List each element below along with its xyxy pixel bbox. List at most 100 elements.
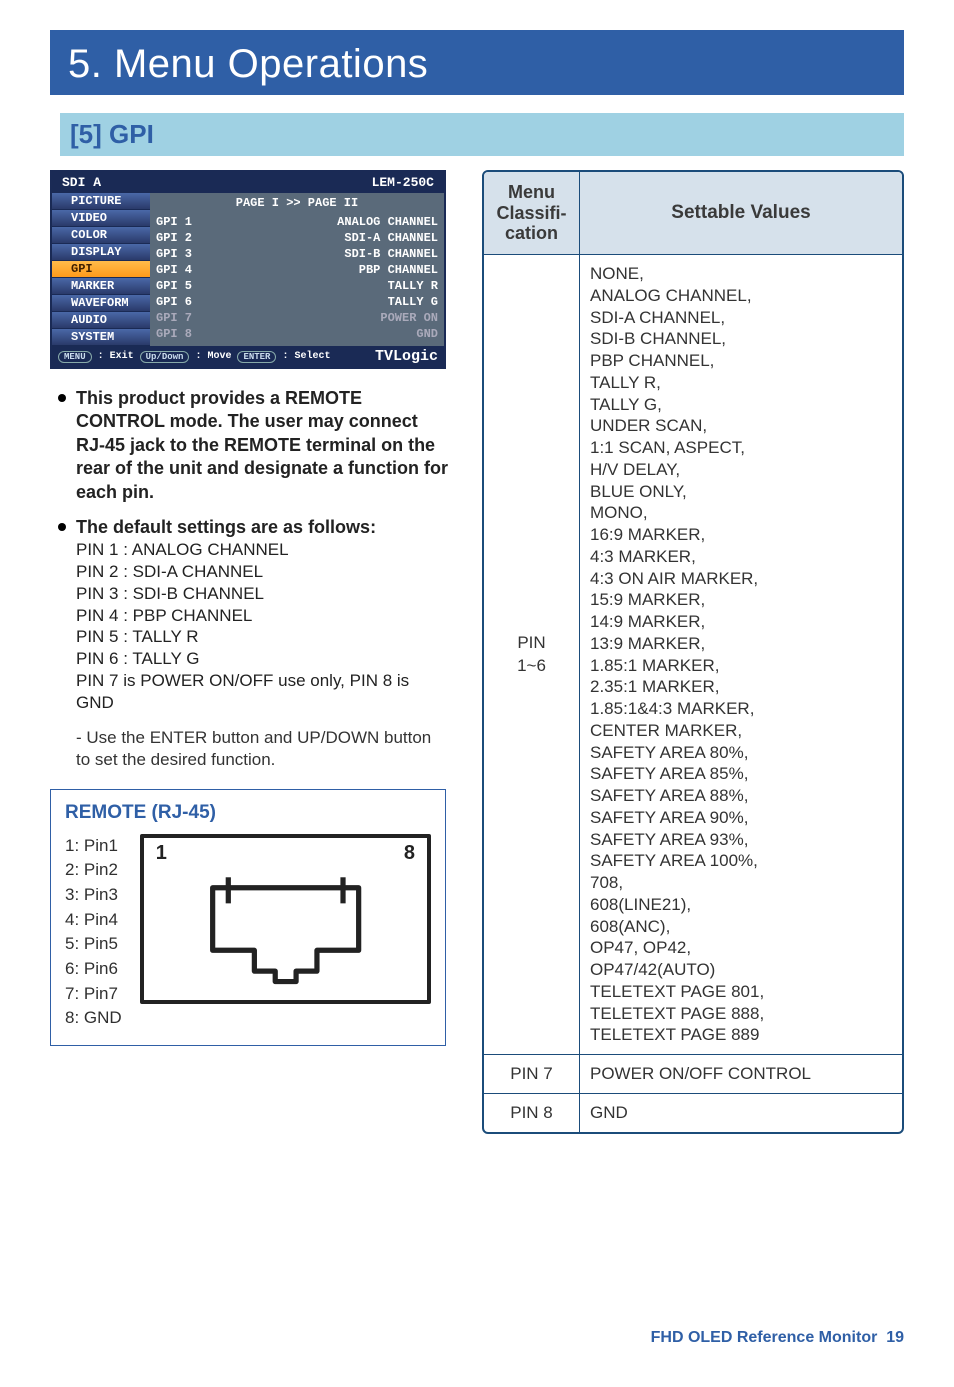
osd-menu-item: PICTURE <box>52 193 150 210</box>
rj45-pin-item: 1: Pin1 <box>65 834 122 859</box>
table-row: PIN 7POWER ON/OFF CONTROL <box>484 1055 902 1094</box>
rj45-pin-item: 5: Pin5 <box>65 932 122 957</box>
table-cell-values: GND <box>580 1094 902 1132</box>
table-cell-classification: PIN 1~6 <box>484 255 580 1054</box>
rj45-pin-item: 4: Pin4 <box>65 908 122 933</box>
osd-gpi-label: GPI 3 <box>156 247 192 261</box>
page-footer: FHD OLED Reference Monitor 19 <box>651 1329 904 1347</box>
osd-menu-item: GPI <box>52 261 150 278</box>
table-cell-values: POWER ON/OFF CONTROL <box>580 1055 902 1093</box>
osd-menu-item: DISPLAY <box>52 244 150 261</box>
osd-menu-label: SYSTEM <box>71 330 114 344</box>
osd-gpi-label: GPI 8 <box>156 327 192 341</box>
table-cell-classification: PIN 8 <box>484 1094 580 1132</box>
osd-gpi-value: POWER ON <box>380 311 438 325</box>
rj45-label-1: 1 <box>156 842 167 865</box>
osd-gpi-row: GPI 2 SDI-A CHANNEL <box>156 230 438 246</box>
osd-menu-label: AUDIO <box>71 313 107 327</box>
rj45-title: REMOTE (RJ-45) <box>65 802 431 824</box>
osd-page-indicator: PAGE I >> PAGE II <box>156 193 438 214</box>
content-columns: SDI A LEM-250C PICTUREVIDEO COLOR DISPLAY G… <box>50 170 904 1134</box>
osd-gpi-label: GPI 4 <box>156 263 192 277</box>
rj45-pin-item: 3: Pin3 <box>65 883 122 908</box>
menu-icon <box>56 195 68 207</box>
osd-gpi-value: TALLY G <box>388 295 438 309</box>
osd-hint-updown-text: : Move <box>195 351 231 362</box>
osd-bottombar: MENU : Exit Up/Down : Move ENTER : Selec… <box>52 346 444 367</box>
osd-gpi-row: GPI 7 POWER ON <box>156 310 438 326</box>
osd-brand: TVLogic <box>375 348 438 365</box>
osd-gpi-label: GPI 7 <box>156 311 192 325</box>
osd-gpi-value: ANALOG CHANNEL <box>337 215 438 229</box>
osd-gpi-value: TALLY R <box>388 279 438 293</box>
menu-icon <box>56 297 68 309</box>
menu-icon <box>56 229 68 241</box>
osd-menu-list: PICTUREVIDEO COLOR DISPLAY GPI MARKER WAVEFOR… <box>52 193 150 346</box>
table-header-classification: Menu Classifi­cation <box>484 172 580 254</box>
table-header-row: Menu Classifi­cation Settable Values <box>484 172 902 255</box>
rj45-pin-list: 1: Pin12: Pin23: Pin34: Pin45: Pin56: Pi… <box>65 834 122 1031</box>
chapter-title: 5. Menu Operations <box>50 30 904 95</box>
osd-gpi-label: GPI 5 <box>156 279 192 293</box>
osd-menu-item: COLOR <box>52 227 150 244</box>
bullet-defaults: The default settings are as follows: PIN… <box>58 516 450 771</box>
osd-menu-item: SYSTEM <box>52 329 150 346</box>
osd-gpi-label: GPI 6 <box>156 295 192 309</box>
osd-hint-menu-text: : Exit <box>98 351 134 362</box>
table-row: PIN 8GND <box>484 1094 902 1132</box>
osd-hint-enter-text: : Select <box>282 351 330 362</box>
table-row: PIN 1~6NONE, ANALOG CHANNEL, SDI-A CHANN… <box>484 255 902 1055</box>
menu-icon <box>56 246 68 258</box>
osd-gpi-row: GPI 1 ANALOG CHANNEL <box>156 214 438 230</box>
bullet-remote-desc: This product provides a REMOTE CONTROL m… <box>58 387 450 504</box>
bullet-defaults-head: The default settings are as follows: <box>58 516 450 539</box>
osd-gpi-row: GPI 8 GND <box>156 326 438 342</box>
menu-icon <box>56 331 68 343</box>
bullet-defaults-note: - Use the ENTER button and UP/DOWN butto… <box>58 727 450 771</box>
rj45-pin-item: 7: Pin7 <box>65 982 122 1007</box>
rj45-box: REMOTE (RJ-45) 1: Pin12: Pin23: Pin34: P… <box>50 789 446 1046</box>
osd-gpi-row: GPI 4 PBP CHANNEL <box>156 262 438 278</box>
table-header-values: Settable Values <box>580 172 902 254</box>
osd-gpi-label: GPI 1 <box>156 215 192 229</box>
osd-menu-item: MARKER <box>52 278 150 295</box>
settable-values-table: Menu Classifi­cation Settable Values PIN… <box>482 170 904 1134</box>
osd-gpi-value: SDI-A CHANNEL <box>344 231 438 245</box>
osd-menu-label: VIDEO <box>71 211 107 225</box>
osd-gpi-row: GPI 6 TALLY G <box>156 294 438 310</box>
rj45-connector-figure: 1 8 <box>140 834 431 1004</box>
rj45-pin-item: 8: GND <box>65 1006 122 1031</box>
rj45-label-8: 8 <box>404 842 415 865</box>
osd-menu-item: VIDEO <box>52 210 150 227</box>
osd-gpi-value: GND <box>416 327 438 341</box>
osd-menu-label: COLOR <box>71 228 107 242</box>
footer-text: FHD OLED Reference Monitor <box>651 1329 878 1346</box>
osd-menu-label: WAVEFORM <box>71 296 129 310</box>
bullet-defaults-lines: PIN 1 : ANALOG CHANNEL PIN 2 : SDI-A CHA… <box>58 539 450 713</box>
rj45-pin-item: 2: Pin2 <box>65 858 122 883</box>
bullet-remote-text: This product provides a REMOTE CONTROL m… <box>58 387 450 504</box>
table-cell-values: NONE, ANALOG CHANNEL, SDI-A CHANNEL, SDI… <box>580 255 902 1054</box>
menu-icon <box>56 280 68 292</box>
osd-gpi-row: GPI 5 TALLY R <box>156 278 438 294</box>
osd-hint-menu-tag: MENU <box>58 351 92 363</box>
section-title: [5] GPI <box>60 113 904 156</box>
osd-source: SDI A <box>62 175 101 190</box>
left-column: SDI A LEM-250C PICTUREVIDEO COLOR DISPLAY G… <box>50 170 450 1134</box>
osd-menu-label: GPI <box>71 262 93 276</box>
rj45-pin-item: 6: Pin6 <box>65 957 122 982</box>
osd-menu-label: DISPLAY <box>71 245 121 259</box>
osd-model: LEM-250C <box>372 175 434 190</box>
table-cell-classification: PIN 7 <box>484 1055 580 1093</box>
footer-page-number: 19 <box>886 1329 904 1346</box>
osd-gpi-value: PBP CHANNEL <box>359 263 438 277</box>
menu-icon <box>56 212 68 224</box>
osd-gpi-value: SDI-B CHANNEL <box>344 247 438 261</box>
osd-topbar: SDI A LEM-250C <box>52 172 444 193</box>
osd-menu-label: MARKER <box>71 279 114 293</box>
osd-gpi-label: GPI 2 <box>156 231 192 245</box>
osd-menu-item: WAVEFORM <box>52 295 150 312</box>
osd-menu-item: AUDIO <box>52 312 150 329</box>
osd-right-panel: PAGE I >> PAGE II GPI 1ANALOG CHANNELGPI… <box>150 193 444 346</box>
right-column: Menu Classifi­cation Settable Values PIN… <box>482 170 904 1134</box>
